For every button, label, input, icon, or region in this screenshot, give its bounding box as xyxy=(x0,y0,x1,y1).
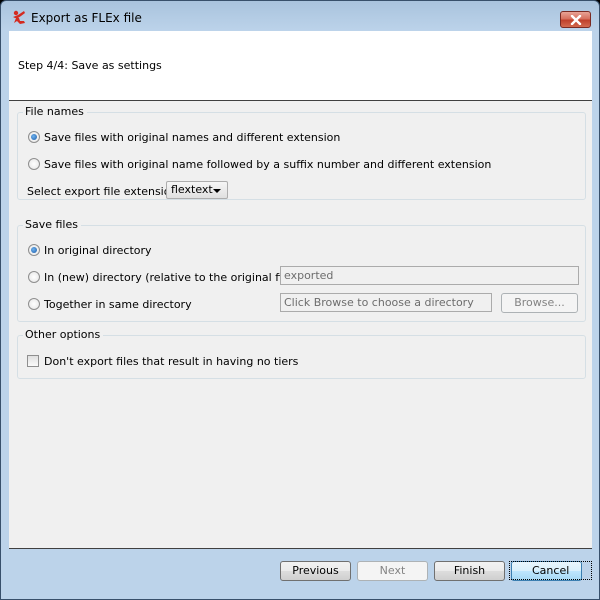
option-label: Save files with original names and diffe… xyxy=(44,130,341,144)
group-title: Other options xyxy=(23,328,104,341)
option-original-directory[interactable]: In original directory xyxy=(28,242,152,258)
option-original-names[interactable]: Save files with original names and diffe… xyxy=(28,129,340,145)
radio-button[interactable] xyxy=(28,158,40,170)
option-label: In original directory xyxy=(44,243,152,257)
option-label: In (new) directory (relative to the orig… xyxy=(44,270,300,284)
wizard-header: Step 4/4: Save as settings xyxy=(9,31,592,101)
export-dialog: Export as FLEx file Step 4/4: Save as se… xyxy=(0,0,600,600)
radio-button[interactable] xyxy=(28,271,40,283)
radio-button[interactable] xyxy=(28,131,40,143)
extension-row: Select export file extension xyxy=(27,183,177,199)
previous-button[interactable]: Previous xyxy=(280,561,351,581)
radio-button[interactable] xyxy=(28,298,40,310)
footer-separator xyxy=(9,548,592,549)
option-label: Don't export files that result in having… xyxy=(44,354,299,368)
file-names-group: File names Save files with original name… xyxy=(17,105,586,200)
option-new-directory[interactable]: In (new) directory (relative to the orig… xyxy=(28,269,300,285)
option-label: Together in same directory xyxy=(44,297,192,311)
finish-button[interactable]: Finish xyxy=(434,561,505,581)
group-title: File names xyxy=(23,105,87,118)
new-directory-input[interactable]: exported xyxy=(280,266,579,285)
window-title: Export as FLEx file xyxy=(31,11,142,25)
flex-app-icon xyxy=(13,10,25,24)
dialog-content: Step 4/4: Save as settings File names Sa… xyxy=(9,31,592,549)
cancel-label: Cancel xyxy=(508,561,593,580)
same-directory-input[interactable]: Click Browse to choose a directory xyxy=(280,293,492,312)
browse-button[interactable]: Browse... xyxy=(501,293,578,313)
extension-label: Select export file extension xyxy=(27,184,178,198)
option-same-directory[interactable]: Together in same directory xyxy=(28,296,192,312)
title-bar: Export as FLEx file xyxy=(1,1,599,31)
option-label: Save files with original name followed b… xyxy=(44,157,492,171)
checkbox[interactable] xyxy=(27,355,39,367)
step-label: Step 4/4: Save as settings xyxy=(18,59,162,72)
next-button[interactable]: Next xyxy=(357,561,428,581)
radio-button[interactable] xyxy=(28,244,40,256)
option-suffix-number[interactable]: Save files with original name followed b… xyxy=(28,156,491,172)
chevron-down-icon xyxy=(213,189,221,193)
option-no-tiers[interactable]: Don't export files that result in having… xyxy=(27,353,298,369)
other-options-group: Other options Don't export files that re… xyxy=(17,328,586,379)
close-icon xyxy=(570,14,581,25)
close-button[interactable] xyxy=(560,11,591,28)
group-title: Save files xyxy=(23,218,81,231)
cancel-button[interactable]: Cancel xyxy=(508,561,593,581)
extension-dropdown[interactable]: flextext xyxy=(166,181,228,199)
extension-value: flextext xyxy=(171,183,213,196)
